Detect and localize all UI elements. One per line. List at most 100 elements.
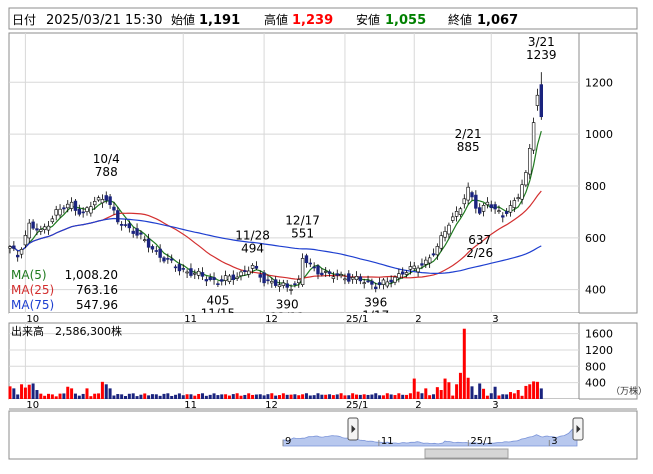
volume-bar	[208, 394, 212, 399]
volume-bar	[93, 393, 97, 399]
volume-bar	[304, 393, 308, 399]
candle-body	[143, 239, 147, 241]
candle-body	[266, 279, 270, 282]
candle-body	[189, 268, 193, 276]
low-value: 1,055	[385, 13, 426, 28]
volume-bar	[435, 387, 439, 399]
high-label: 高値	[264, 12, 288, 27]
volume-bar	[197, 393, 201, 399]
volume-bar	[474, 394, 478, 399]
price-tick-label: 1200	[585, 76, 613, 89]
candle-body	[208, 277, 212, 280]
date-tick-label: 12	[265, 400, 278, 411]
candle-body	[116, 210, 120, 223]
candle-body	[404, 272, 409, 275]
volume-bar	[451, 395, 455, 399]
volume-bar	[16, 394, 20, 399]
candle-body	[166, 258, 170, 260]
volume-bar	[231, 394, 235, 399]
candle-body	[62, 207, 66, 210]
candle-body	[358, 276, 363, 282]
candle-body	[408, 266, 413, 270]
volume-bar	[27, 384, 31, 399]
candle-body	[69, 201, 74, 209]
volume-bar	[447, 382, 451, 399]
candle-body	[385, 281, 389, 287]
candle-body	[73, 200, 78, 211]
volume-bar	[193, 395, 197, 399]
volume-bar	[370, 394, 374, 399]
volume-bar	[266, 394, 270, 399]
candle-body	[539, 84, 544, 118]
candle-body	[316, 265, 320, 275]
annotation-price: 1239	[526, 48, 557, 62]
candle-body	[46, 225, 51, 231]
candle-body	[381, 279, 386, 285]
candle-body	[262, 272, 266, 284]
volume-bar	[89, 396, 93, 399]
volume-bar	[512, 393, 516, 399]
volume-bar	[532, 381, 536, 399]
candle-body	[489, 204, 493, 209]
open-label: 始値	[171, 12, 195, 27]
volume-bar	[493, 386, 497, 399]
candle-body	[293, 283, 297, 286]
annotation-date: 11/28	[235, 228, 270, 242]
candle-body	[501, 215, 505, 218]
volume-bar	[212, 393, 216, 399]
volume-bar	[243, 394, 247, 399]
candle-body	[108, 196, 112, 205]
volume-tick-label: 800	[585, 360, 606, 373]
volume-bar	[8, 386, 12, 399]
candle-body	[439, 235, 443, 249]
candle-body	[331, 276, 336, 279]
volume-bar	[139, 394, 143, 399]
volume-bar	[181, 395, 185, 399]
price-tick-label: 1000	[585, 128, 613, 141]
volume-bar	[104, 384, 108, 399]
date-tick-label: 25/1	[346, 400, 368, 411]
volume-tick-label: 400	[585, 377, 606, 390]
candle-body	[123, 224, 128, 226]
candle-body	[27, 222, 31, 239]
candle-body	[223, 275, 228, 281]
candle-body	[400, 271, 405, 275]
candle-body	[335, 273, 339, 276]
volume-bar	[220, 394, 224, 399]
candle-body	[289, 289, 293, 291]
volume-bar	[316, 393, 320, 399]
navigator-right-handle[interactable]	[572, 417, 584, 441]
volume-bar	[366, 394, 370, 399]
legend-label: MA(75)	[11, 298, 54, 312]
candle-body	[104, 195, 108, 201]
volume-bar	[12, 388, 16, 399]
annotation-price: 390	[276, 297, 299, 311]
date-axis-lower: 10 11 12 25/1 2 3	[9, 399, 637, 411]
candle-body	[273, 279, 278, 286]
volume-bar	[162, 393, 166, 399]
annotation-date: 2/21	[455, 127, 482, 141]
volume-bar	[443, 378, 447, 399]
close-label: 終値	[448, 12, 472, 27]
volume-bar	[455, 384, 459, 399]
open-value: 1,191	[199, 13, 240, 28]
candle-body	[312, 266, 316, 269]
candle-body	[420, 263, 424, 266]
candle-body	[31, 221, 35, 229]
navigator-left-handle[interactable]	[347, 417, 359, 441]
candle-body	[427, 257, 432, 264]
close-value: 1,067	[477, 13, 518, 28]
volume-tick-label: 1200	[585, 344, 613, 357]
volume-bar	[177, 393, 181, 399]
navigator-scrollbar[interactable]	[424, 448, 509, 459]
candle-body	[454, 211, 459, 217]
candle-body	[327, 271, 332, 274]
volume-bar	[85, 388, 89, 399]
volume-bar	[112, 395, 116, 399]
volume-bar	[185, 394, 189, 399]
volume-bar	[170, 395, 174, 399]
volume-bar	[258, 394, 262, 399]
volume-bar	[116, 394, 120, 399]
volume-bar	[62, 393, 66, 399]
candle-body	[181, 268, 185, 270]
